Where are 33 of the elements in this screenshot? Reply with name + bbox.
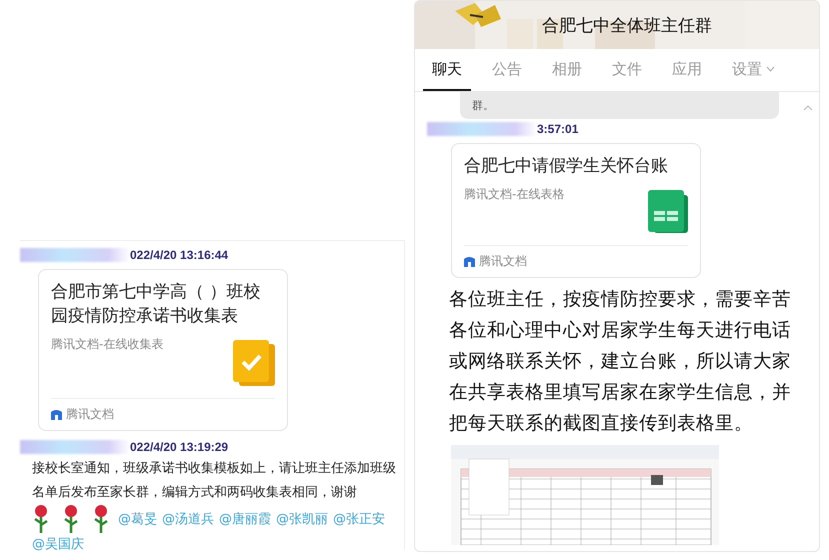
scroll-up-icon[interactable]: [803, 105, 813, 111]
card-subtitle: 腾讯文档-在线收集表: [51, 336, 164, 353]
caret-icon: [766, 66, 775, 72]
docs-logo-icon: [464, 256, 475, 267]
card-source: 腾讯文档: [479, 253, 527, 270]
rose-icon: [32, 505, 50, 533]
mention-link[interactable]: @张凯丽: [276, 512, 328, 527]
message-bubble: 群。: [460, 92, 779, 119]
card-title: 合肥市第七中学高（ ）班校园疫情防控承诺书收集表: [51, 281, 262, 328]
tab[interactable]: 公告: [483, 49, 531, 91]
tab[interactable]: 设置: [723, 49, 784, 91]
message-time: 022/4/20 13:19:29: [130, 440, 228, 454]
tab[interactable]: 文件: [603, 49, 651, 91]
mention-link[interactable]: @吴国庆: [32, 537, 84, 552]
message-time: 022/4/20 13:16:44: [130, 248, 228, 262]
mention-link[interactable]: @汤道兵: [162, 512, 214, 527]
message-time: 3:57:01: [537, 122, 578, 136]
tab[interactable]: 应用: [663, 49, 711, 91]
card-title: 合肥七中请假学生关怀台账: [464, 155, 669, 178]
group-title: 合肥七中全体班主任群: [542, 14, 712, 36]
mention-link[interactable]: @张正安: [333, 512, 385, 527]
rose-icon: [92, 505, 110, 533]
message-text: 各位班主任，按疫情防控要求，需要辛苦各位和心理中心对居家学生每天进行电话或网络联系关怀，建立台账，所以请大家在共享表格里填写居家在家学生信息，并把每天联系的截图直接传到表格里。: [449, 288, 792, 436]
tab[interactable]: 相册: [543, 49, 591, 91]
checkmark-doc-icon: [233, 340, 275, 386]
rose-icon: [62, 505, 80, 533]
spreadsheet-doc-icon: [648, 190, 688, 233]
message-text: 接校长室通知，班级承诺书收集模板如上，请让班主任添加班级名单后发布至家长群，编辑方式和两码收集表相同，谢谢: [31, 460, 397, 502]
card-subtitle: 腾讯文档-在线表格: [464, 186, 564, 203]
card-source: 腾讯文档: [66, 406, 114, 423]
mention-link[interactable]: @唐丽霞: [219, 512, 271, 527]
mention-link[interactable]: @葛旻: [118, 512, 157, 527]
docs-logo-icon: [51, 409, 62, 420]
